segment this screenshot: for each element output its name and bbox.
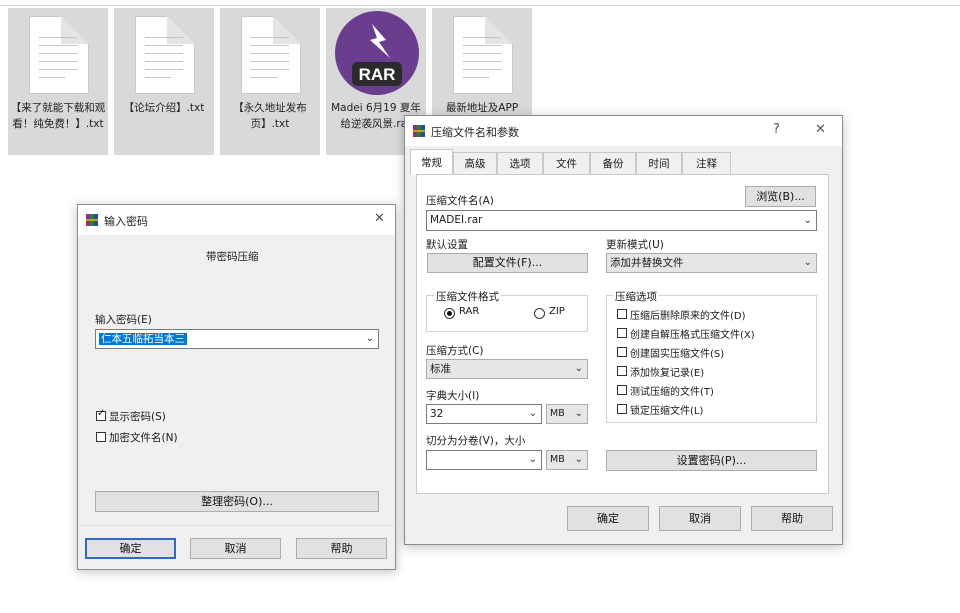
update-mode-value: 添加并替换文件 — [610, 257, 684, 269]
split-size-input[interactable]: ⌄ — [426, 450, 542, 470]
file-label: 【来了就能下载和观看！纯免费！】.txt — [10, 102, 106, 130]
split-volumes-label: 切分为分卷(V)，大小 — [426, 435, 526, 447]
browse-button[interactable]: 浏览(B)... — [745, 186, 816, 207]
encrypt-filenames-label: 加密文件名(N) — [109, 432, 178, 444]
method-label: 压缩方式(C) — [426, 345, 484, 357]
file-item[interactable]: 【论坛介绍】.txt — [114, 8, 214, 155]
show-password-checkbox[interactable] — [96, 408, 106, 421]
desktop-top-edge — [0, 0, 960, 6]
rar-badge-text: RAR — [359, 65, 396, 84]
option-recovery-label: 添加恢复记录(E) — [630, 368, 705, 379]
chevron-down-icon[interactable]: ⌄ — [366, 330, 374, 348]
password-dialog: 输入密码 ✕ 带密码压缩 输入密码(E) 仁本五临拓当本三 ⌄ 显示密码(S) … — [77, 204, 396, 570]
split-unit-value: MB — [550, 454, 565, 465]
close-icon[interactable]: ✕ — [815, 122, 826, 137]
password-cancel-button[interactable]: 取消 — [190, 538, 281, 559]
password-label: 输入密码(E) — [95, 314, 152, 326]
tab-time[interactable]: 时间 — [636, 152, 682, 174]
archive-name-value: MADEI.rar — [430, 214, 483, 226]
archive-format-label: 压缩文件格式 — [434, 289, 501, 304]
text-file-icon — [453, 16, 513, 94]
option-recovery-checkbox[interactable] — [617, 366, 627, 376]
split-unit-select[interactable]: MB ⌄ — [546, 450, 588, 470]
tab-comment[interactable]: 注释 — [682, 152, 731, 174]
format-zip-radio[interactable] — [534, 308, 545, 319]
chevron-down-icon[interactable]: ⌄ — [529, 451, 537, 469]
password-input[interactable]: 仁本五临拓当本三 ⌄ — [95, 329, 379, 349]
password-ok-button[interactable]: 确定 — [85, 538, 176, 559]
password-dialog-title: 输入密码 — [104, 215, 148, 228]
option-test-checkbox[interactable] — [617, 385, 627, 395]
archive-name-input[interactable]: MADEI.rar ⌄ — [426, 210, 817, 231]
chevron-down-icon[interactable]: ⌄ — [804, 254, 812, 272]
rar-archive-icon: RAR — [335, 11, 419, 95]
profiles-button[interactable]: 配置文件(F)... — [427, 253, 588, 273]
option-test-label: 测试压缩的文件(T) — [630, 387, 714, 398]
archive-dialog-title: 压缩文件名和参数 — [431, 126, 519, 139]
file-label: 【永久地址发布页】.txt — [233, 102, 307, 130]
chevron-down-icon[interactable]: ⌄ — [804, 211, 812, 230]
file-item[interactable]: 【永久地址发布页】.txt — [220, 8, 320, 155]
update-mode-select[interactable]: 添加并替换文件 ⌄ — [606, 253, 817, 273]
chevron-down-icon[interactable]: ⌄ — [575, 360, 583, 378]
update-mode-label: 更新模式(U) — [606, 239, 664, 251]
show-password-label: 显示密码(S) — [109, 411, 166, 423]
option-lock-checkbox[interactable] — [617, 404, 627, 414]
chevron-down-icon[interactable]: ⌄ — [575, 405, 583, 423]
ok-button[interactable]: 确定 — [567, 506, 649, 531]
dict-unit-value: MB — [550, 408, 565, 419]
dict-unit-select[interactable]: MB ⌄ — [546, 404, 588, 424]
tab-files[interactable]: 文件 — [543, 152, 590, 174]
chevron-down-icon[interactable]: ⌄ — [575, 451, 583, 469]
password-heading: 带密码压缩 — [206, 251, 259, 263]
organize-passwords-button[interactable]: 整理密码(O)... — [95, 491, 379, 512]
option-sfx-checkbox[interactable] — [617, 328, 627, 338]
dict-size-select[interactable]: 32 ⌄ — [426, 404, 542, 424]
winrar-app-icon — [86, 214, 98, 226]
file-label: 最新地址及APP — [445, 102, 519, 114]
tab-options[interactable]: 选项 — [497, 152, 543, 174]
password-value: 仁本五临拓当本三 — [99, 333, 187, 345]
close-icon[interactable]: ✕ — [374, 211, 385, 226]
format-zip-label: ZIP — [549, 306, 565, 317]
option-delete-after-label: 压缩后删除原来的文件(D) — [630, 311, 746, 322]
option-solid-label: 创建固实压缩文件(S) — [630, 349, 725, 360]
help-icon[interactable]: ? — [773, 122, 780, 137]
option-solid-checkbox[interactable] — [617, 347, 627, 357]
dict-size-label: 字典大小(I) — [426, 390, 480, 402]
tab-advanced[interactable]: 高级 — [453, 152, 497, 174]
text-file-icon — [241, 16, 301, 94]
archive-dialog-titlebar[interactable]: 压缩文件名和参数 ? ✕ — [405, 116, 842, 146]
cancel-button[interactable]: 取消 — [659, 506, 741, 531]
method-select[interactable]: 标准 ⌄ — [426, 359, 588, 379]
archiving-options-label: 压缩选项 — [613, 289, 659, 304]
password-help-button[interactable]: 帮助 — [296, 538, 387, 559]
password-dialog-titlebar[interactable]: 输入密码 ✕ — [78, 205, 395, 235]
set-password-button[interactable]: 设置密码(P)... — [606, 450, 817, 471]
archive-name-label: 压缩文件名(A) — [426, 195, 494, 207]
option-lock-label: 锁定压缩文件(L) — [630, 406, 704, 417]
option-delete-after-checkbox[interactable] — [617, 309, 627, 319]
file-label: 【论坛介绍】.txt — [123, 102, 205, 114]
format-rar-radio[interactable] — [444, 308, 455, 319]
method-value: 标准 — [430, 363, 451, 375]
tab-general[interactable]: 常规 — [410, 149, 453, 175]
file-item[interactable]: 【来了就能下载和观看！纯免费！】.txt — [8, 8, 108, 155]
dict-size-value: 32 — [430, 408, 444, 420]
format-rar-label: RAR — [459, 306, 480, 317]
default-settings-label: 默认设置 — [426, 239, 468, 251]
tab-backup[interactable]: 备份 — [590, 152, 636, 174]
text-file-icon — [135, 16, 195, 94]
option-sfx-label: 创建自解压格式压缩文件(X) — [630, 330, 755, 341]
encrypt-filenames-checkbox[interactable] — [96, 432, 106, 442]
help-button[interactable]: 帮助 — [751, 506, 833, 531]
chevron-down-icon[interactable]: ⌄ — [529, 405, 537, 423]
winrar-app-icon — [413, 125, 425, 137]
text-file-icon — [29, 16, 89, 94]
